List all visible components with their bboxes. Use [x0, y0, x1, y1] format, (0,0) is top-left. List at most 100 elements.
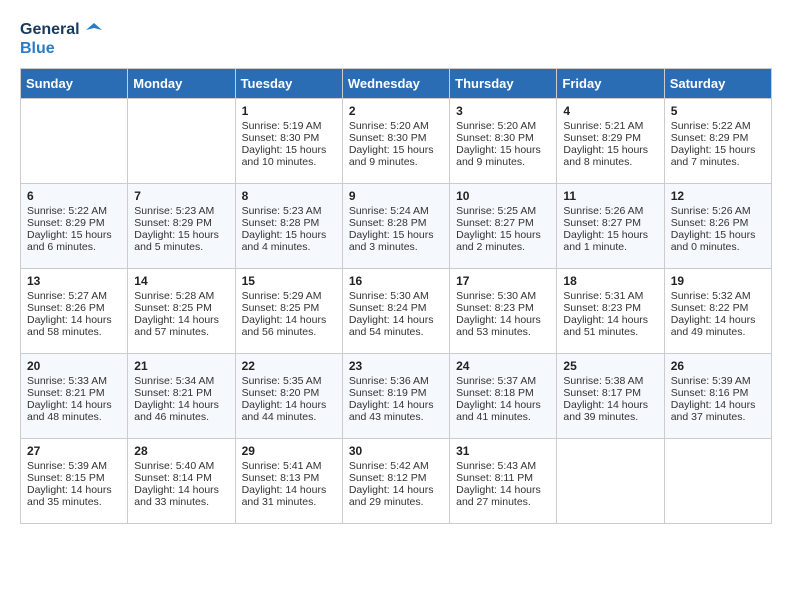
day-info: Sunset: 8:16 PM — [671, 387, 765, 399]
page-header: General Blue — [20, 20, 772, 58]
day-number: 20 — [27, 359, 121, 373]
day-info: Sunrise: 5:42 AM — [349, 460, 443, 472]
day-number: 28 — [134, 444, 228, 458]
calendar-cell: 14Sunrise: 5:28 AMSunset: 8:25 PMDayligh… — [128, 269, 235, 354]
day-info: Sunset: 8:11 PM — [456, 472, 550, 484]
day-info: Sunset: 8:12 PM — [349, 472, 443, 484]
day-info: Sunset: 8:13 PM — [242, 472, 336, 484]
calendar-cell: 19Sunrise: 5:32 AMSunset: 8:22 PMDayligh… — [664, 269, 771, 354]
day-info: Sunrise: 5:25 AM — [456, 205, 550, 217]
day-info: Daylight: 15 hours and 6 minutes. — [27, 229, 121, 253]
calendar-cell: 30Sunrise: 5:42 AMSunset: 8:12 PMDayligh… — [342, 439, 449, 524]
day-info: Daylight: 15 hours and 10 minutes. — [242, 144, 336, 168]
calendar-week-4: 20Sunrise: 5:33 AMSunset: 8:21 PMDayligh… — [21, 354, 772, 439]
day-info: Daylight: 15 hours and 1 minute. — [563, 229, 657, 253]
day-info: Daylight: 14 hours and 56 minutes. — [242, 314, 336, 338]
calendar-cell: 13Sunrise: 5:27 AMSunset: 8:26 PMDayligh… — [21, 269, 128, 354]
day-info: Daylight: 14 hours and 35 minutes. — [27, 484, 121, 508]
day-info: Sunrise: 5:41 AM — [242, 460, 336, 472]
day-info: Sunrise: 5:26 AM — [671, 205, 765, 217]
calendar-cell: 12 Sunrise: 5:26 AMSunset: 8:26 PMDayligh… — [664, 184, 771, 269]
day-info: Sunrise: 5:27 AM — [27, 290, 121, 302]
day-info: Daylight: 14 hours and 57 minutes. — [134, 314, 228, 338]
calendar-cell: 5Sunrise: 5:22 AMSunset: 8:29 PMDaylight… — [664, 99, 771, 184]
calendar-cell: 29Sunrise: 5:41 AMSunset: 8:13 PMDayligh… — [235, 439, 342, 524]
calendar-cell: 26Sunrise: 5:39 AMSunset: 8:16 PMDayligh… — [664, 354, 771, 439]
day-info: Sunrise: 5:21 AM — [563, 120, 657, 132]
calendar-cell: 3Sunrise: 5:20 AMSunset: 8:30 PMDaylight… — [450, 99, 557, 184]
day-number: 22 — [242, 359, 336, 373]
day-info: Daylight: 14 hours and 33 minutes. — [134, 484, 228, 508]
day-header-monday: Monday — [128, 69, 235, 99]
day-info: Sunset: 8:25 PM — [134, 302, 228, 314]
day-info: Sunrise: 5:22 AM — [27, 205, 121, 217]
calendar-cell: 28 Sunrise: 5:40 AMSunset: 8:14 PMDayligh… — [128, 439, 235, 524]
day-number: 4 — [563, 104, 657, 118]
day-info: Sunrise: 5:20 AM — [349, 120, 443, 132]
logo: General Blue — [20, 20, 102, 58]
day-info: Sunrise: 5:39 AM — [671, 375, 765, 387]
calendar-cell: 4Sunrise: 5:21 AMSunset: 8:29 PMDaylight… — [557, 99, 664, 184]
day-info: Sunset: 8:26 PM — [671, 217, 765, 229]
day-info: Daylight: 14 hours and 46 minutes. — [134, 399, 228, 423]
day-info: Sunset: 8:30 PM — [242, 132, 336, 144]
calendar-cell: 18Sunrise: 5:31 AMSunset: 8:23 PMDayligh… — [557, 269, 664, 354]
day-number: 18 — [563, 274, 657, 288]
day-number: 7 — [134, 189, 228, 203]
day-info: Sunset: 8:14 PM — [134, 472, 228, 484]
day-number: 15 — [242, 274, 336, 288]
day-number: 19 — [671, 274, 765, 288]
day-number: 6 — [27, 189, 121, 203]
day-info: Sunset: 8:19 PM — [349, 387, 443, 399]
day-info: Daylight: 14 hours and 48 minutes. — [27, 399, 121, 423]
day-info: Sunset: 8:23 PM — [456, 302, 550, 314]
day-info: Daylight: 14 hours and 58 minutes. — [27, 314, 121, 338]
calendar-cell: 21Sunrise: 5:34 AMSunset: 8:21 PMDayligh… — [128, 354, 235, 439]
day-info: Daylight: 15 hours and 0 minutes. — [671, 229, 765, 253]
day-info: Sunrise: 5:40 AM — [134, 460, 228, 472]
day-info: Sunset: 8:27 PM — [563, 217, 657, 229]
day-info: Sunrise: 5:30 AM — [349, 290, 443, 302]
calendar-cell — [21, 99, 128, 184]
day-info: Sunrise: 5:33 AM — [27, 375, 121, 387]
calendar-header-row: SundayMondayTuesdayWednesdayThursdayFrid… — [21, 69, 772, 99]
day-info: Sunrise: 5:24 AM — [349, 205, 443, 217]
day-number: 5 — [671, 104, 765, 118]
day-info: Sunset: 8:18 PM — [456, 387, 550, 399]
calendar-cell: 24Sunrise: 5:37 AMSunset: 8:18 PMDayligh… — [450, 354, 557, 439]
calendar-cell: 15Sunrise: 5:29 AMSunset: 8:25 PMDayligh… — [235, 269, 342, 354]
calendar-cell: 6Sunrise: 5:22 AMSunset: 8:29 PMDaylight… — [21, 184, 128, 269]
day-number: 1 — [242, 104, 336, 118]
calendar-body: 1Sunrise: 5:19 AMSunset: 8:30 PMDaylight… — [21, 99, 772, 524]
day-info: Sunset: 8:17 PM — [563, 387, 657, 399]
day-number: 12 — [671, 189, 765, 203]
day-number: 30 — [349, 444, 443, 458]
day-number: 27 — [27, 444, 121, 458]
day-info: Daylight: 14 hours and 27 minutes. — [456, 484, 550, 508]
day-info: Daylight: 15 hours and 2 minutes. — [456, 229, 550, 253]
day-number: 3 — [456, 104, 550, 118]
calendar-cell — [557, 439, 664, 524]
day-info: Sunset: 8:29 PM — [671, 132, 765, 144]
day-info: Sunset: 8:15 PM — [27, 472, 121, 484]
day-info: Sunrise: 5:28 AM — [134, 290, 228, 302]
day-info: Daylight: 14 hours and 53 minutes. — [456, 314, 550, 338]
day-number: 10 — [456, 189, 550, 203]
calendar-week-3: 13Sunrise: 5:27 AMSunset: 8:26 PMDayligh… — [21, 269, 772, 354]
day-info: Sunset: 8:26 PM — [27, 302, 121, 314]
day-info: Sunset: 8:27 PM — [456, 217, 550, 229]
day-number: 17 — [456, 274, 550, 288]
day-info: Daylight: 14 hours and 37 minutes. — [671, 399, 765, 423]
day-info: Sunrise: 5:29 AM — [242, 290, 336, 302]
day-info: Sunset: 8:30 PM — [349, 132, 443, 144]
day-info: Daylight: 14 hours and 51 minutes. — [563, 314, 657, 338]
day-info: Sunrise: 5:23 AM — [134, 205, 228, 217]
day-info: Daylight: 14 hours and 31 minutes. — [242, 484, 336, 508]
day-info: Sunrise: 5:38 AM — [563, 375, 657, 387]
day-info: Sunrise: 5:31 AM — [563, 290, 657, 302]
day-number: 23 — [349, 359, 443, 373]
day-info: Daylight: 14 hours and 54 minutes. — [349, 314, 443, 338]
day-info: Daylight: 14 hours and 39 minutes. — [563, 399, 657, 423]
day-header-wednesday: Wednesday — [342, 69, 449, 99]
day-info: Sunrise: 5:34 AM — [134, 375, 228, 387]
